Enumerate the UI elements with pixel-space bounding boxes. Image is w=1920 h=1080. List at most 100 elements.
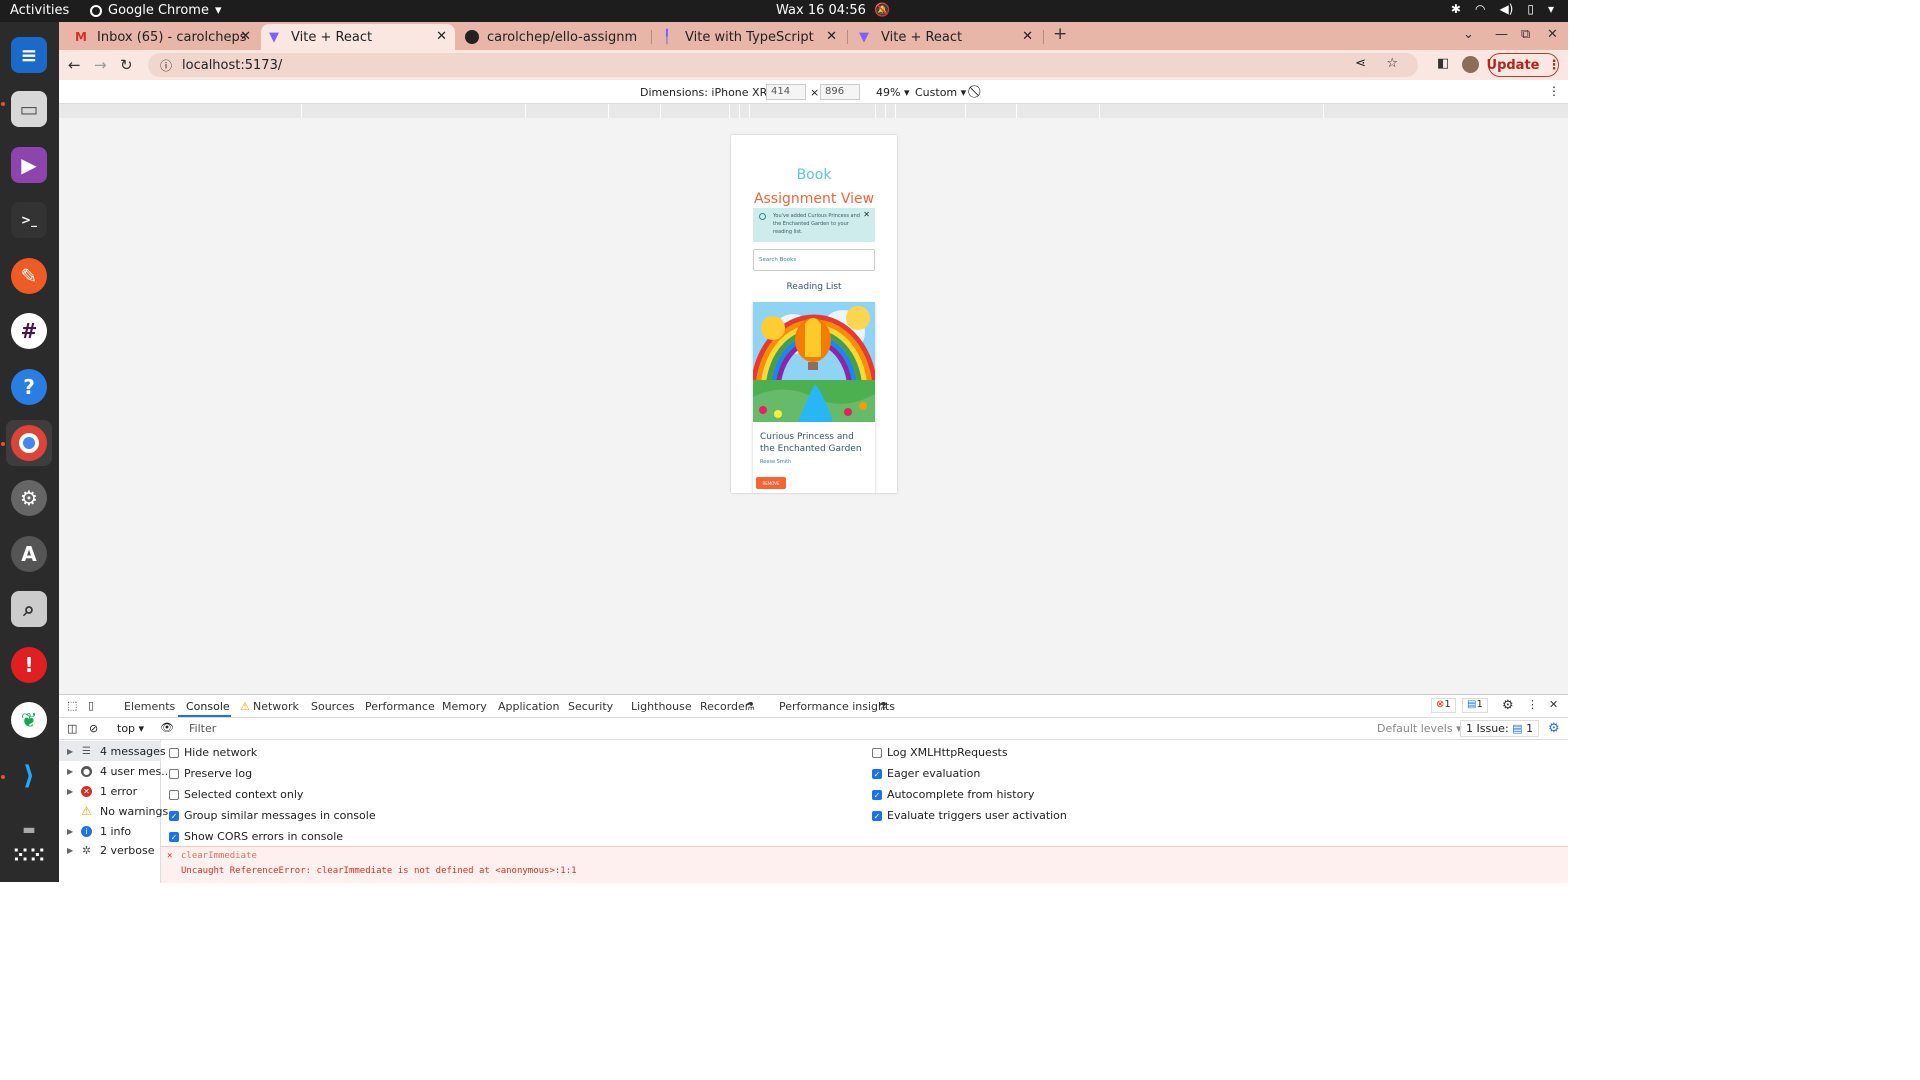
log-xhr-checkbox[interactable]: Log XMLHttpRequests bbox=[872, 746, 1008, 759]
update-button[interactable]: Update ⋮ bbox=[1487, 53, 1561, 77]
clear-console-icon[interactable]: ⊘ bbox=[89, 722, 98, 735]
show-cors-checkbox[interactable]: ✓ Show CORS errors in console bbox=[169, 830, 343, 843]
minimize-icon[interactable]: — bbox=[1495, 27, 1508, 42]
sidebar-item-user-messages[interactable]: ▶ ● 4 user mes... bbox=[59, 761, 172, 781]
dock-files[interactable]: ▭ bbox=[6, 86, 52, 132]
tab-sources[interactable]: Sources bbox=[311, 700, 355, 713]
info-counter[interactable]: ▤1 bbox=[1462, 698, 1488, 713]
filter-input[interactable]: Filter bbox=[189, 722, 1369, 735]
dock-writer[interactable]: ≡ bbox=[6, 32, 52, 78]
device-toggle-icon[interactable]: ▯ bbox=[88, 699, 94, 712]
close-icon[interactable]: ✕ bbox=[863, 211, 870, 219]
inspect-element-icon[interactable]: ⬚ bbox=[67, 699, 77, 712]
close-icon[interactable]: ✕ bbox=[1022, 29, 1033, 44]
tab-console[interactable]: Console bbox=[186, 700, 230, 713]
width-input[interactable]: 414 bbox=[766, 84, 806, 100]
system-tray[interactable]: ✱ ◠ ◀) ▯ ▾ bbox=[1451, 2, 1554, 16]
eager-evaluation-checkbox[interactable]: ✓ Eager evaluation bbox=[872, 767, 980, 780]
browser-toolbar: ← → ↻ ⓘ localhost:5173/ ⋖ ☆ ◧ Update ⋮ bbox=[59, 50, 1568, 80]
tab-recorder[interactable]: Recorder bbox=[700, 700, 749, 713]
app-menu[interactable]: Google Chrome ▾ bbox=[90, 3, 222, 18]
height-input[interactable]: 896 bbox=[820, 84, 860, 100]
dock-terminal[interactable]: >_ bbox=[6, 197, 52, 243]
dock-media[interactable]: ▶ bbox=[6, 142, 52, 188]
dock-slack[interactable]: # bbox=[6, 308, 52, 354]
close-devtools-icon[interactable]: ✕ bbox=[1549, 698, 1558, 711]
settings-gear-icon[interactable]: ⚙ bbox=[1502, 698, 1514, 713]
sidebar-item-verbose[interactable]: ▶ ✲ 2 verbose bbox=[59, 840, 161, 860]
sidebar-item-label: 4 messages bbox=[100, 744, 166, 758]
selected-context-checkbox[interactable]: Selected context only bbox=[169, 788, 303, 801]
tab-lighthouse[interactable]: Lighthouse bbox=[631, 700, 692, 713]
more-options-icon[interactable]: ⋮ bbox=[1548, 84, 1560, 98]
remove-button[interactable]: REMOVE bbox=[756, 477, 786, 489]
tab-vite-react[interactable]: ▼ Vite + React ✕ bbox=[851, 24, 1041, 50]
tab-title: Vite + React bbox=[291, 29, 373, 45]
terminal-icon: >_ bbox=[11, 202, 47, 238]
tab-github[interactable]: carolchep/ello-assignmen bbox=[457, 24, 649, 50]
sidebar-item-errors[interactable]: ▶ ✕ 1 error bbox=[59, 781, 161, 801]
sidebar-item-warnings[interactable]: ⚠ No warnings bbox=[59, 801, 168, 821]
console-settings-icon[interactable]: ⚙ bbox=[1548, 721, 1560, 736]
side-panel-icon[interactable]: ◧ bbox=[1437, 56, 1449, 71]
dock-app-center[interactable]: A bbox=[6, 531, 52, 577]
phone-screen: Book Assignment View You've added Curiou… bbox=[731, 135, 897, 493]
tab-inbox[interactable]: M Inbox (65) - carolchepsam ✕ bbox=[67, 24, 259, 50]
evaluate-triggers-checkbox[interactable]: ✓ Evaluate triggers user activation bbox=[872, 809, 1067, 822]
bug-icon: ✲ bbox=[81, 843, 92, 857]
new-tab-button[interactable]: + bbox=[1053, 24, 1067, 44]
dock-magnifier[interactable]: ⌕ bbox=[6, 586, 52, 632]
group-similar-checkbox[interactable]: ✓ Group similar messages in console bbox=[169, 809, 376, 822]
tab-elements[interactable]: Elements bbox=[124, 700, 175, 713]
address-bar[interactable]: ⓘ localhost:5173/ ⋖ ☆ bbox=[148, 53, 1418, 77]
throttle-select[interactable]: Custom ▾ bbox=[915, 86, 966, 99]
dock-postman[interactable]: ✎ bbox=[6, 253, 52, 299]
dock-app-grid[interactable]: ⁙⁙ bbox=[6, 832, 52, 878]
tab-performance[interactable]: Performance bbox=[365, 700, 435, 713]
expand-arrow-icon: ▶ bbox=[67, 786, 74, 796]
close-window-icon[interactable]: ✕ bbox=[1547, 27, 1558, 42]
preserve-log-checkbox[interactable]: Preserve log bbox=[169, 767, 252, 780]
dock-help[interactable]: ? bbox=[6, 364, 52, 410]
dimensions-select[interactable]: Dimensions: iPhone XR ▾ bbox=[640, 86, 776, 99]
dock-error-report[interactable]: ! bbox=[6, 642, 52, 688]
dock-settings[interactable]: ⚙ bbox=[6, 475, 52, 521]
dock-vscode[interactable]: ⟩ bbox=[6, 753, 52, 799]
hide-network-checkbox[interactable]: Hide network bbox=[169, 746, 257, 759]
default-levels-select[interactable]: Default levels ▾ bbox=[1377, 722, 1462, 735]
checkbox-box-checked: ✓ bbox=[169, 810, 179, 821]
tab-application[interactable]: Application bbox=[498, 700, 559, 713]
media-query-ruler[interactable] bbox=[59, 104, 1568, 118]
context-select[interactable]: top ▾ bbox=[117, 722, 144, 735]
reload-button[interactable]: ↻ bbox=[120, 56, 133, 74]
live-expression-eye-icon[interactable]: 👁 bbox=[160, 721, 174, 734]
issues-button[interactable]: 1 Issue: ▤ 1 bbox=[1460, 720, 1540, 737]
restore-icon[interactable]: ⧉ bbox=[1521, 27, 1530, 42]
bookmark-star-icon[interactable]: ☆ bbox=[1386, 56, 1398, 71]
tab-search-icon[interactable]: ⌄ bbox=[1463, 27, 1474, 42]
more-options-icon[interactable]: ⋮ bbox=[1527, 698, 1538, 711]
avatar[interactable] bbox=[1462, 56, 1479, 73]
forward-button[interactable]: → bbox=[94, 56, 107, 74]
error-counter[interactable]: ⊗1 bbox=[1431, 698, 1456, 713]
close-icon[interactable]: ✕ bbox=[436, 29, 447, 44]
tab-memory[interactable]: Memory bbox=[442, 700, 487, 713]
sidebar-item-messages[interactable]: ▶ ☰ 4 messages bbox=[59, 741, 166, 761]
search-input[interactable]: Search Books bbox=[753, 249, 875, 271]
clock[interactable]: Wax 16 04:56 🔕 bbox=[776, 3, 890, 18]
sidebar-item-info[interactable]: ▶ i 1 info bbox=[59, 821, 161, 841]
tab-vite-react-active[interactable]: ▼ Vite + React ✕ bbox=[261, 24, 455, 50]
dock-chrome[interactable] bbox=[6, 420, 52, 466]
autocomplete-history-checkbox[interactable]: ✓ Autocomplete from history bbox=[872, 788, 1034, 801]
dock-mongodb[interactable]: ❦ bbox=[6, 697, 52, 743]
close-icon[interactable]: ✕ bbox=[826, 29, 837, 44]
share-icon[interactable]: ⋖ bbox=[1355, 56, 1366, 71]
activities-button[interactable]: Activities bbox=[10, 3, 69, 18]
zoom-select[interactable]: 49% ▾ bbox=[876, 86, 909, 99]
sidebar-toggle-icon[interactable]: ◫ bbox=[67, 722, 77, 735]
back-button[interactable]: ← bbox=[68, 56, 81, 74]
tab-security[interactable]: Security bbox=[568, 700, 613, 713]
close-icon[interactable]: ✕ bbox=[240, 29, 251, 44]
tab-vite-typescript[interactable]: ╿ Vite with TypeScript ✕ bbox=[655, 24, 845, 50]
tab-network[interactable]: Network bbox=[253, 700, 299, 713]
